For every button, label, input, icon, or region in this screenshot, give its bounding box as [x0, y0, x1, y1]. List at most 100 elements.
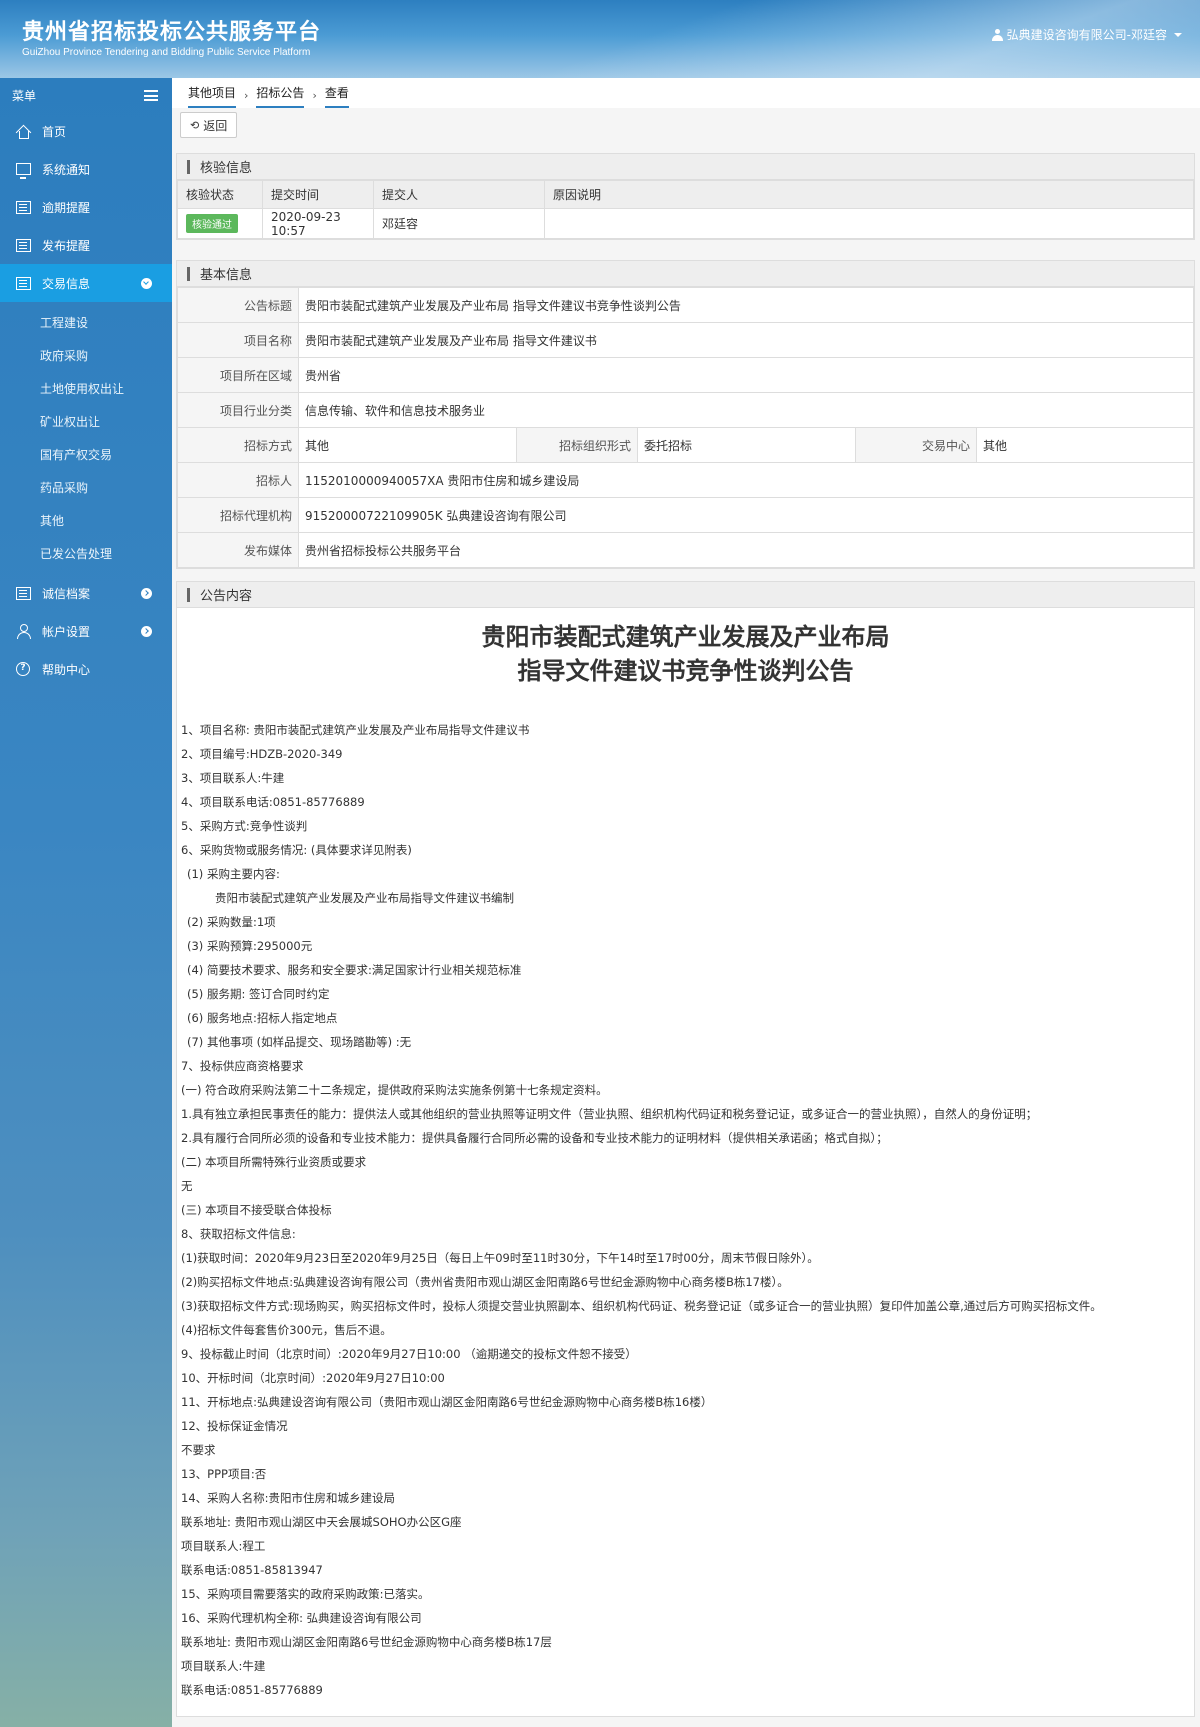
back-label: 返回 — [203, 118, 228, 133]
sidebar-item-label: 帐户设置 — [42, 624, 91, 639]
sidebar-item-notice[interactable]: 系统通知 — [0, 150, 172, 188]
table-row: 核验通过 2020-09-23 10:57 邓廷容 — [177, 208, 1194, 239]
content-line: 联系电话:0851-85776889 — [181, 1683, 323, 1697]
back-icon: ⟲ — [190, 118, 200, 132]
submit-time: 2020-09-23 10:57 — [262, 208, 374, 239]
content-line: 12、投标保证金情况 — [181, 1419, 288, 1433]
menu-label: 菜单 — [12, 88, 37, 103]
panel-title: 公告内容 — [200, 589, 253, 604]
heading-line: 贵阳市装配式建筑产业发展及产业布局 — [481, 623, 890, 651]
reason — [544, 208, 1194, 239]
content-line: (5) 服务期: 签订合同时约定 — [187, 987, 330, 1001]
submenu-item[interactable]: 其他 — [0, 504, 172, 537]
column-header: 提交人 — [373, 180, 545, 209]
submenu-item[interactable]: 药品采购 — [0, 471, 172, 504]
field-label: 项目所在区域 — [177, 357, 299, 393]
content-line: 1.具有独立承担民事责任的能力：提供法人或其他组织的营业执照等证明文件（营业执照… — [181, 1107, 1038, 1121]
breadcrumb-item[interactable]: 其他项目 — [188, 84, 237, 108]
sidebar-item-label: 发布提醒 — [42, 238, 91, 253]
content-line: (一) 符合政府采购法第二十二条规定，提供政府采购法实施条例第十七条规定资料。 — [181, 1083, 608, 1097]
content-line: 项目联系人:程工 — [181, 1539, 266, 1553]
announcement-title: 贵阳市装配式建筑产业发展及产业布局 指导文件建议书竞争性谈判公告 — [298, 287, 1194, 323]
toolbar: ⟲ 返回 — [172, 108, 1200, 142]
content-line: 5、采购方式:竞争性谈判 — [181, 819, 308, 833]
sidebar-item-help[interactable]: ? 帮助中心 — [0, 650, 172, 688]
content-line: 不要求 — [181, 1443, 216, 1457]
sidebar-item-publish[interactable]: 发布提醒 — [0, 226, 172, 264]
user-icon — [16, 624, 31, 639]
content-line: (3)获取招标文件方式:现场购买，购买招标文件时，投标人须提交营业执照副本、组织… — [181, 1299, 1102, 1313]
basic-info-panel: 基本信息 公告标题 贵阳市装配式建筑产业发展及产业布局 指导文件建议书竞争性谈判… — [176, 260, 1195, 569]
content-line: 4、项目联系电话:0851-85776889 — [181, 795, 365, 809]
column-header: 核验状态 — [177, 180, 263, 209]
announcement-content-panel: 公告内容 贵阳市装配式建筑产业发展及产业布局 指导文件建议书竞争性谈判公告 1、… — [176, 581, 1195, 1717]
list-icon — [15, 200, 31, 214]
breadcrumb-separator-icon: › — [244, 89, 249, 102]
content-line: 8、获取招标文件信息: — [181, 1227, 296, 1241]
hamburger-icon[interactable] — [144, 89, 158, 101]
panel-header: 核验信息 — [177, 154, 1194, 180]
sidebar-item-label: 系统通知 — [42, 162, 91, 177]
content-line: 6、采购货物或服务情况: (具体要求详见附表) — [181, 843, 412, 857]
content-line: 2、项目编号:HDZB-2020-349 — [181, 747, 343, 761]
content-line: (1) 采购主要内容: — [187, 867, 280, 881]
platform-title: 贵州省招标投标公共服务平台 — [22, 20, 322, 45]
user-name: 弘典建设咨询有限公司-邓廷容 — [1006, 28, 1167, 42]
list-icon — [15, 586, 31, 600]
content-line: 3、项目联系人:牛建 — [181, 771, 285, 785]
content-line: (3) 采购预算:295000元 — [187, 939, 313, 953]
content-line: 项目联系人:牛建 — [181, 1659, 266, 1673]
user-menu[interactable]: 弘典建设咨询有限公司-邓廷容 — [991, 26, 1182, 43]
content-line: 1、项目名称: 贵阳市装配式建筑产业发展及产业布局指导文件建议书 — [181, 723, 530, 737]
content-line: 11、开标地点:弘典建设咨询有限公司（贵阳市观山湖区金阳南路6号世纪金源购物中心… — [181, 1395, 713, 1409]
sidebar-item-home[interactable]: 首页 — [0, 112, 172, 150]
caret-down-icon — [1174, 32, 1182, 37]
content-line: 联系电话:0851-85813947 — [181, 1563, 323, 1577]
monitor-icon — [15, 163, 31, 179]
back-button[interactable]: ⟲ 返回 — [180, 112, 238, 138]
list-icon — [15, 276, 31, 290]
field-label: 招标人 — [177, 462, 299, 498]
content-line: (6) 服务地点:招标人指定地点 — [187, 1011, 338, 1025]
submenu-item[interactable]: 工程建设 — [0, 306, 172, 339]
field-label: 招标方式 — [177, 427, 299, 463]
submitter: 邓廷容 — [373, 208, 545, 239]
field-label: 招标代理机构 — [177, 497, 299, 533]
sidebar-item-label: 帮助中心 — [42, 662, 91, 677]
chevron-down-icon — [141, 278, 152, 289]
status-badge: 核验通过 — [186, 214, 238, 233]
basic-info-table: 公告标题 贵阳市装配式建筑产业发展及产业布局 指导文件建议书竞争性谈判公告 项目… — [177, 287, 1194, 568]
content-line: (三) 本项目不接受联合体投标 — [181, 1203, 332, 1217]
submenu-item[interactable]: 政府采购 — [0, 339, 172, 372]
content-line: 15、采购项目需要落实的政府采购政策:已落实。 — [181, 1587, 430, 1601]
menu-header: 菜单 — [0, 78, 172, 112]
sidebar-item-credit[interactable]: 诚信档案 — [0, 574, 172, 612]
breadcrumb-item-current: 查看 — [324, 84, 349, 108]
submenu-item[interactable]: 国有产权交易 — [0, 438, 172, 471]
chevron-right-icon — [141, 626, 152, 637]
verify-panel: 核验信息 核验状态 提交时间 提交人 原因说明 核验通过 2020-09-23 … — [176, 153, 1195, 240]
project-industry: 信息传输、软件和信息技术服务业 — [298, 392, 1194, 428]
content-line: 9、投标截止时间（北京时间）:2020年9月27日10:00 （逾期递交的投标文… — [181, 1347, 637, 1361]
sidebar-item-label: 诚信档案 — [42, 586, 91, 601]
content-line: 联系地址: 贵阳市观山湖区金阳南路6号世纪金源购物中心商务楼B栋17层 — [181, 1635, 552, 1649]
content-line: 2.具有履行合同所必须的设备和专业技术能力：提供具备履行合同所必需的设备和专业技… — [181, 1131, 888, 1145]
content-line: (4) 简要技术要求、服务和安全要求:满足国家计行业相关规范标准 — [187, 963, 522, 977]
content-line: (2) 采购数量:1项 — [187, 915, 276, 929]
submenu-item[interactable]: 矿业权出让 — [0, 405, 172, 438]
field-label: 交易中心 — [855, 427, 977, 463]
field-label: 发布媒体 — [177, 532, 299, 568]
sidebar-item-account[interactable]: 帐户设置 — [0, 612, 172, 650]
publish-media: 贵州省招标投标公共服务平台 — [298, 532, 1194, 568]
chevron-right-icon — [141, 588, 152, 599]
submenu-item[interactable]: 已发公告处理 — [0, 537, 172, 570]
panel-header: 公告内容 — [177, 582, 1194, 608]
submenu-item[interactable]: 土地使用权出让 — [0, 372, 172, 405]
home-icon — [16, 125, 30, 139]
tender-method: 其他 — [298, 427, 517, 463]
sidebar-item-overdue[interactable]: 逾期提醒 — [0, 188, 172, 226]
breadcrumb-item[interactable]: 招标公告 — [256, 84, 305, 108]
sidebar-item-trade[interactable]: 交易信息 — [0, 264, 172, 302]
field-label: 招标组织形式 — [516, 427, 638, 463]
help-icon: ? — [16, 662, 30, 676]
